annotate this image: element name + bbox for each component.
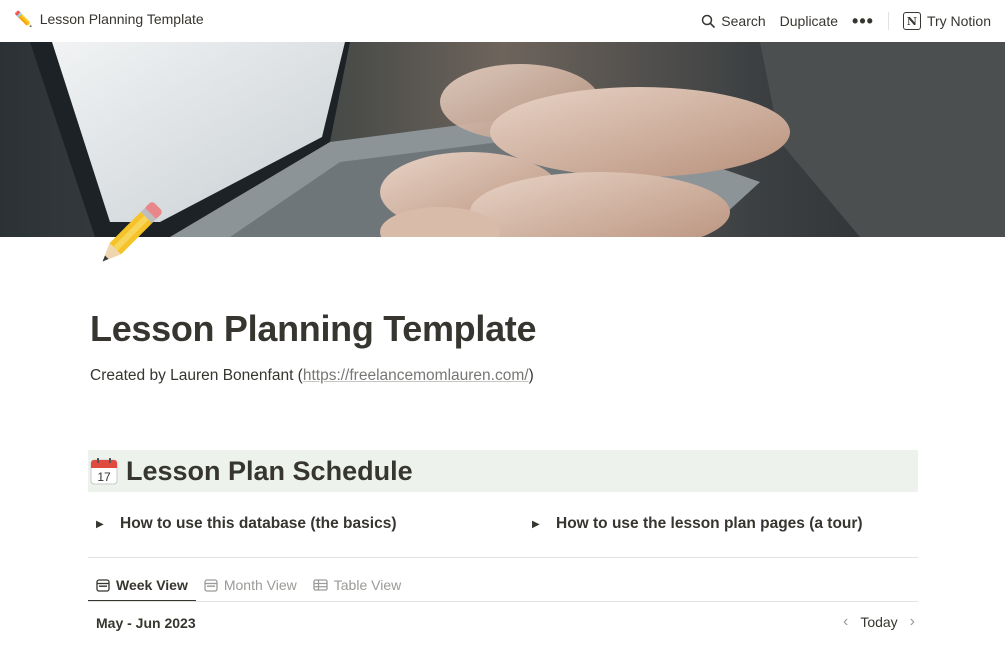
toggle-label: How to use this database (the basics) (120, 515, 397, 532)
tab-label: Table View (333, 577, 402, 593)
tabs-divider (88, 601, 918, 602)
duplicate-label: Duplicate (779, 13, 839, 29)
divider (887, 12, 889, 30)
today-button[interactable]: Today (860, 614, 897, 630)
page-title: Lesson Planning Template (90, 308, 537, 349)
table-icon (313, 579, 328, 591)
try-notion-button[interactable]: N Try Notion (902, 12, 991, 30)
calendar-icon: 17 (90, 458, 118, 485)
schedule-heading-block: 17 Lesson Plan Schedule (88, 450, 918, 492)
divider (88, 557, 918, 558)
date-range-label: May - Jun 2023 (96, 615, 196, 631)
schedule-heading: Lesson Plan Schedule (126, 455, 413, 486)
more-options-button[interactable]: ••• (852, 12, 874, 30)
breadcrumb[interactable]: ✏️ Lesson Planning Template (14, 10, 204, 28)
triangle-right-icon[interactable]: ▶ (532, 519, 546, 530)
chevron-left-icon[interactable]: ‹ (843, 613, 848, 631)
search-icon (702, 14, 716, 28)
toggle-database-basics[interactable]: ▶ How to use this database (the basics) (96, 515, 396, 533)
tab-week-view[interactable]: Week View (88, 568, 196, 602)
tab-label: Week View (116, 577, 188, 593)
search-label: Search (721, 13, 766, 29)
view-tabs: Week View Month View Table View (88, 568, 409, 602)
calendar-view-icon (96, 579, 110, 592)
tab-month-view[interactable]: Month View (196, 568, 305, 602)
tab-table-view[interactable]: Table View (305, 568, 409, 602)
toggle-label: How to use the lesson plan pages (a tour… (556, 515, 863, 532)
top-bar: ✏️ Lesson Planning Template Search Dupli… (0, 0, 1005, 42)
author-credit: Created by Lauren Bonenfant (https://fre… (90, 367, 534, 385)
notion-logo-icon: N (902, 12, 921, 30)
search-button[interactable]: Search (701, 13, 766, 29)
triangle-right-icon[interactable]: ▶ (96, 519, 110, 530)
duplicate-button[interactable]: Duplicate (780, 13, 838, 29)
author-link[interactable]: https://freelancemomlauren.com/ (303, 367, 529, 384)
calendar-day: 17 (97, 470, 111, 484)
calendar-nav: ‹ Today › (843, 613, 915, 631)
breadcrumb-title: Lesson Planning Template (39, 11, 204, 27)
author-credit-prefix: Created by Lauren Bonenfant ( (90, 367, 303, 384)
calendar-view-icon (204, 579, 218, 592)
author-credit-suffix: ) (528, 367, 534, 384)
pencil-page-icon[interactable] (88, 196, 168, 276)
toggle-lesson-plan-tour[interactable]: ▶ How to use the lesson plan pages (a to… (532, 515, 863, 533)
chevron-right-icon[interactable]: › (910, 613, 915, 631)
tab-label: Month View (223, 577, 297, 593)
try-notion-label: Try Notion (926, 13, 991, 29)
pencil-icon: ✏️ (14, 11, 33, 28)
